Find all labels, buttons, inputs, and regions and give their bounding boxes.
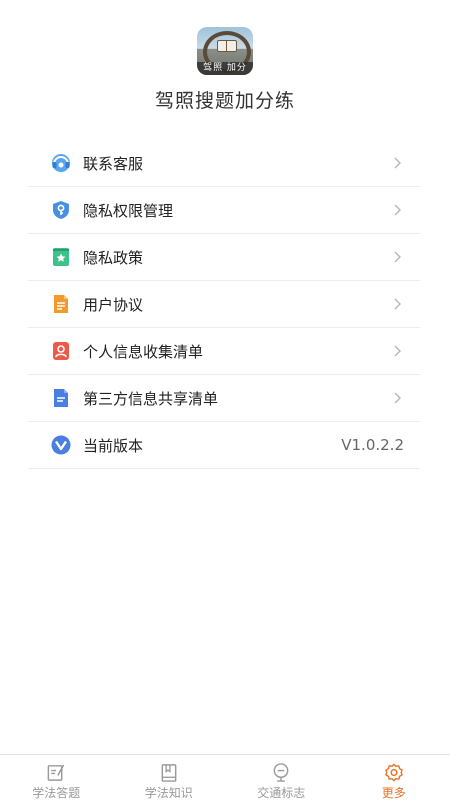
tab-traffic-signs[interactable]: 交通标志 [225,755,338,801]
app-logo-text: 驾照 加分 [197,62,253,75]
menu-item-current-version[interactable]: 当前版本 V1.0.2.2 [28,422,420,469]
tab-more[interactable]: 更多 [338,755,450,801]
version-icon [50,434,72,456]
book-icon [158,762,180,783]
version-value: V1.0.2.2 [341,436,404,454]
tab-label: 学法知识 [145,784,193,801]
settings-menu: 联系客服 隐私权限管理 隐私政策 [28,140,420,469]
tab-study-quiz[interactable]: 学法答题 [0,755,113,801]
person-card-icon [50,340,72,362]
file-list-icon [50,387,72,409]
menu-item-label: 联系客服 [83,153,390,174]
menu-item-privacy-policy[interactable]: 隐私政策 [28,234,420,281]
chevron-right-icon [390,250,404,264]
star-bookmark-icon [50,246,72,268]
road-sign-icon [270,762,292,783]
menu-item-label: 第三方信息共享清单 [83,388,390,409]
menu-item-user-agreement[interactable]: 用户协议 [28,281,420,328]
menu-item-personal-info-list[interactable]: 个人信息收集清单 [28,328,420,375]
chevron-right-icon [390,203,404,217]
menu-item-privacy-permissions[interactable]: 隐私权限管理 [28,187,420,234]
chevron-right-icon [390,344,404,358]
menu-item-label: 隐私政策 [83,247,390,268]
menu-item-label: 用户协议 [83,294,390,315]
header: 驾照 加分 驾照搜题加分练 [0,0,450,130]
tab-label: 学法答题 [32,784,80,801]
menu-item-label: 当前版本 [83,435,341,456]
menu-item-label: 隐私权限管理 [83,200,390,221]
shield-key-icon [50,199,72,221]
chevron-right-icon [390,156,404,170]
app-name: 驾照搜题加分练 [0,86,450,113]
tab-label: 更多 [382,784,406,801]
edit-paper-icon [45,762,67,783]
chevron-right-icon [390,391,404,405]
document-icon [50,293,72,315]
tab-study-knowledge[interactable]: 学法知识 [113,755,226,801]
chevron-right-icon [390,297,404,311]
customer-service-icon [50,152,72,174]
tab-label: 交通标志 [257,784,305,801]
menu-item-third-party-sharing-list[interactable]: 第三方信息共享清单 [28,375,420,422]
bottom-tab-bar: 学法答题 学法知识 交通标志 更多 [0,754,450,801]
gear-icon [383,762,405,783]
menu-item-label: 个人信息收集清单 [83,341,390,362]
menu-item-contact-service[interactable]: 联系客服 [28,140,420,187]
app-logo-icon: 驾照 加分 [197,27,253,75]
